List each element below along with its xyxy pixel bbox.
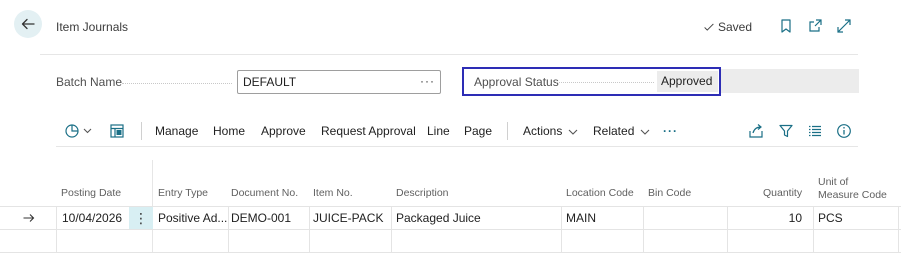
grid-cell-separator xyxy=(56,206,57,253)
manage-menu[interactable]: Manage xyxy=(155,118,198,144)
toolbar-divider xyxy=(56,146,858,147)
actions-menu[interactable]: Actions xyxy=(523,118,578,144)
open-new-window-icon xyxy=(809,19,822,32)
column-header-quantity[interactable]: Quantity xyxy=(763,187,802,200)
analysis-menu-button[interactable] xyxy=(64,123,94,139)
grid-row-border xyxy=(0,229,901,230)
approve-menu[interactable]: Approve xyxy=(261,118,306,144)
column-header-item-no[interactable]: Item No. xyxy=(313,187,353,200)
grid-cell-separator xyxy=(727,206,728,253)
cell-unit-of-measure[interactable]: PCS xyxy=(818,211,843,225)
column-header-location-code[interactable]: Location Code xyxy=(566,187,634,200)
cell-entry-type[interactable]: Positive Ad... xyxy=(158,211,227,225)
column-header-entry-type[interactable]: Entry Type xyxy=(158,187,208,200)
cell-location-code[interactable]: MAIN xyxy=(566,211,596,225)
cell-document-no[interactable]: DEMO-001 xyxy=(231,211,291,225)
checkmark-icon xyxy=(704,23,714,31)
expand-icon xyxy=(837,19,851,33)
open-new-window-button[interactable] xyxy=(807,18,823,34)
arrow-left-icon xyxy=(21,18,35,30)
cell-quantity[interactable]: 10 xyxy=(789,211,802,225)
grid-cell-separator xyxy=(898,206,899,253)
batch-lookup-button[interactable]: ··· xyxy=(420,71,435,91)
batch-name-label: Batch Name xyxy=(56,75,123,89)
edit-list-icon xyxy=(110,124,124,138)
filter-icon xyxy=(779,124,793,138)
edit-list-button[interactable] xyxy=(109,123,125,139)
approval-status-field: Approval Status Approved xyxy=(462,67,721,96)
actions-menu-label: Actions xyxy=(523,124,563,138)
line-menu[interactable]: Line xyxy=(427,118,450,144)
header-divider xyxy=(40,54,858,55)
grid-cell-separator xyxy=(391,206,392,253)
related-menu[interactable]: Related xyxy=(593,118,650,144)
grid-cell-separator xyxy=(309,206,310,253)
column-header-posting-date[interactable]: Posting Date xyxy=(61,187,121,200)
column-header-uom-line1: Unit of xyxy=(818,176,849,188)
batch-name-field[interactable]: DEFAULT ··· xyxy=(237,70,441,94)
toolbar-separator xyxy=(507,122,508,140)
approval-status-value: Approved xyxy=(657,71,718,92)
row-actions-button[interactable]: ⋮ xyxy=(129,207,153,229)
more-options-button[interactable]: ··· xyxy=(663,118,678,144)
back-button[interactable] xyxy=(14,10,42,38)
analysis-icon xyxy=(65,124,92,138)
approval-status-leader xyxy=(556,82,654,83)
request-approval-menu[interactable]: Request Approval xyxy=(321,118,416,144)
column-header-document-no[interactable]: Document No. xyxy=(231,187,298,200)
action-bar: Manage Home Approve Request Approval Lin… xyxy=(56,118,858,144)
toolbar-separator xyxy=(141,122,142,140)
cell-item-no[interactable]: JUICE-PACK xyxy=(313,211,383,225)
bookmark-icon xyxy=(781,19,791,33)
chevron-down-icon xyxy=(568,129,578,135)
share-button[interactable] xyxy=(748,123,764,139)
page-title: Item Journals xyxy=(56,20,129,34)
grid-cell-separator xyxy=(813,206,814,253)
column-header-unit-of-measure-code[interactable]: Unit of Measure Code xyxy=(818,176,887,202)
batch-name-leader xyxy=(122,83,232,84)
info-button[interactable] xyxy=(836,123,852,139)
cell-posting-date[interactable]: 10/04/2026 xyxy=(62,211,122,225)
grid-cell-separator xyxy=(561,206,562,253)
expand-button[interactable] xyxy=(836,18,852,34)
batch-name-value: DEFAULT xyxy=(243,75,297,89)
grid-cell-separator xyxy=(643,206,644,253)
bookmark-button[interactable] xyxy=(778,18,794,34)
approval-status-field-extension xyxy=(721,69,859,93)
list-view-button[interactable] xyxy=(807,123,823,139)
grid-cell-separator xyxy=(228,206,229,253)
saved-label: Saved xyxy=(718,20,753,34)
chevron-down-icon xyxy=(640,129,650,135)
approval-status-label: Approval Status xyxy=(474,75,559,89)
share-icon xyxy=(749,124,763,138)
list-view-icon xyxy=(809,125,821,137)
related-menu-label: Related xyxy=(593,124,635,138)
column-header-uom-line2: Measure Code xyxy=(818,189,887,201)
home-menu[interactable]: Home xyxy=(213,118,245,144)
info-icon xyxy=(837,124,851,138)
current-row-arrow-icon xyxy=(23,214,35,222)
page-menu[interactable]: Page xyxy=(464,118,492,144)
column-header-bin-code[interactable]: Bin Code xyxy=(648,187,691,200)
saved-status: Saved xyxy=(702,20,752,34)
column-header-description[interactable]: Description xyxy=(396,187,449,200)
filter-button[interactable] xyxy=(778,123,794,139)
cell-description[interactable]: Packaged Juice xyxy=(396,211,481,225)
